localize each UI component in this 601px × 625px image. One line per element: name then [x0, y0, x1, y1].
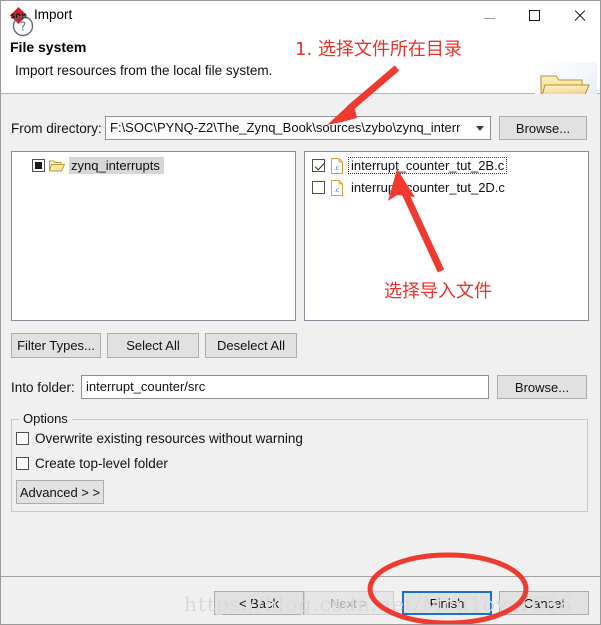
minimize-button[interactable]	[467, 1, 512, 30]
dialog-header: File system Import resources from the lo…	[1, 30, 600, 119]
svg-text:?: ?	[20, 20, 26, 34]
page-description: Import resources from the local file sys…	[15, 63, 273, 78]
from-directory-label: From directory:	[11, 121, 102, 136]
maximize-icon	[529, 10, 540, 21]
list-item[interactable]: .c interrupt_counter_tut_2B.c	[312, 156, 508, 175]
svg-text:.c: .c	[334, 187, 339, 194]
list-item-label: interrupt_counter_tut_2B.c	[347, 157, 508, 174]
advanced-button[interactable]: Advanced > >	[16, 480, 104, 504]
page-title: File system	[10, 39, 87, 55]
from-directory-value: F:\SOC\PYNQ-Z2\The_Zynq_Book\sources\zyb…	[110, 120, 460, 135]
option-checkbox[interactable]	[16, 457, 29, 470]
tree-item-zynq-interrupts[interactable]: zynq_interrupts	[32, 156, 164, 174]
filter-types-button[interactable]: Filter Types...	[11, 333, 101, 358]
title-bar: SDK Import	[1, 1, 600, 30]
minimize-icon	[484, 18, 495, 19]
into-folder-value: interrupt_counter/src	[86, 379, 206, 394]
option-overwrite-existing[interactable]: Overwrite existing resources without war…	[16, 431, 303, 446]
svg-text:.c: .c	[334, 165, 339, 172]
source-tree-panel[interactable]: zynq_interrupts	[11, 151, 296, 321]
window-title: Import	[34, 7, 73, 22]
option-checkbox[interactable]	[16, 432, 29, 445]
file-checkbox[interactable]	[312, 181, 325, 194]
maximize-button[interactable]	[512, 1, 557, 30]
list-item[interactable]: .c interrupt_counter_tut_2D.c	[312, 178, 507, 197]
option-label: Create top-level folder	[35, 456, 168, 471]
watermark: https://blog.csdn.net/Mcu1over666	[184, 592, 573, 616]
option-label: Overwrite existing resources without war…	[35, 431, 303, 446]
open-folder-icon	[48, 159, 66, 172]
close-button[interactable]	[557, 1, 600, 30]
option-create-top-level-folder[interactable]: Create top-level folder	[16, 456, 168, 471]
into-folder-browse-button[interactable]: Browse...	[497, 375, 587, 399]
tree-item-checkbox[interactable]	[32, 158, 45, 172]
help-button[interactable]: ?	[12, 15, 34, 37]
from-directory-browse-button[interactable]: Browse...	[499, 116, 587, 140]
select-all-button[interactable]: Select All	[107, 333, 199, 358]
from-directory-combo[interactable]: F:\SOC\PYNQ-Z2\The_Zynq_Book\sources\zyb…	[105, 116, 491, 140]
c-file-icon: .c	[330, 179, 344, 196]
c-file-icon: .c	[330, 157, 344, 174]
deselect-all-button[interactable]: Deselect All	[205, 333, 297, 358]
file-list-panel[interactable]: .c interrupt_counter_tut_2B.c .c interru…	[304, 151, 589, 321]
file-checkbox[interactable]	[312, 159, 325, 172]
close-icon	[573, 9, 586, 22]
chevron-down-icon	[476, 126, 484, 131]
import-dialog: SDK Import File system Import resources …	[0, 0, 601, 625]
options-group-title: Options	[19, 411, 72, 426]
into-folder-label: Into folder:	[11, 380, 75, 395]
tree-item-label: zynq_interrupts	[69, 156, 164, 174]
list-item-label: interrupt_counter_tut_2D.c	[351, 180, 505, 195]
into-folder-input[interactable]: interrupt_counter/src	[81, 375, 489, 399]
